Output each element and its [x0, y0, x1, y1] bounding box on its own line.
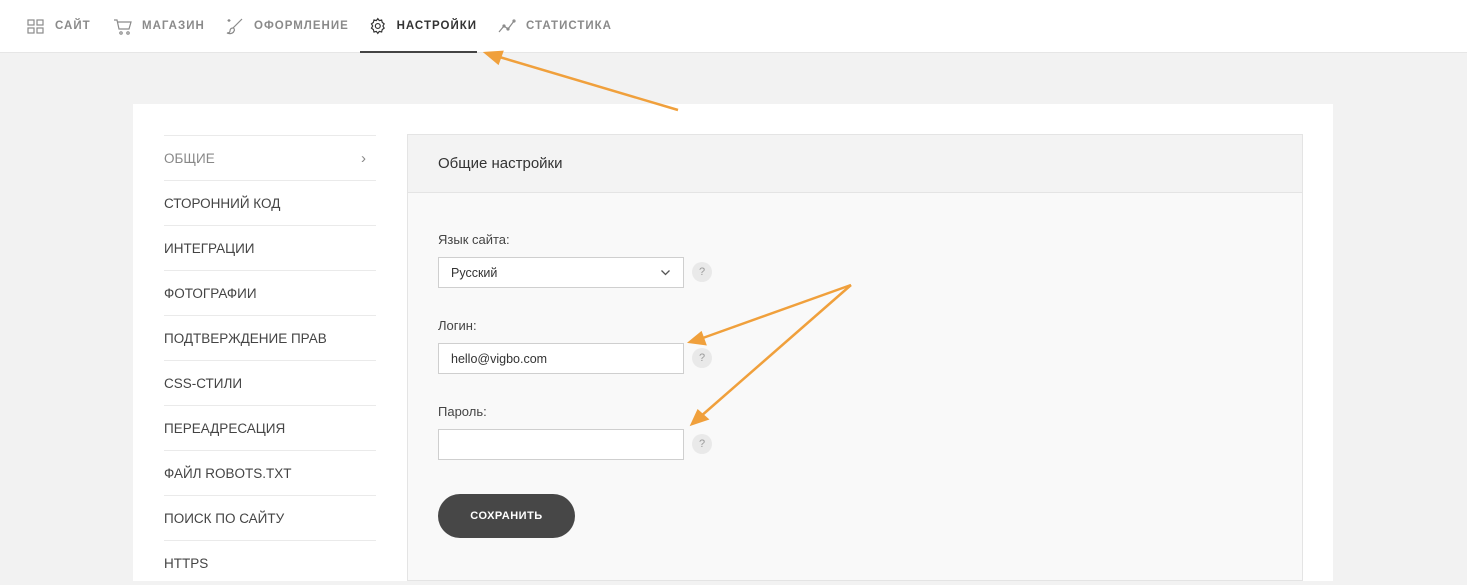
brush-icon [226, 18, 243, 35]
nav-tab-label: ОФОРМЛЕНИЕ [254, 20, 349, 32]
grid-icon [27, 19, 44, 34]
sidebar-item-general[interactable]: ОБЩИЕ › [164, 135, 376, 180]
sidebar-item-label: ПОДТВЕРЖДЕНИЕ ПРАВ [164, 330, 327, 346]
nav-tab-label: МАГАЗИН [142, 20, 205, 32]
sidebar-item-label: ПЕРЕАДРЕСАЦИЯ [164, 420, 286, 436]
annotation-arrow-line [495, 54, 679, 112]
sidebar-item-photos[interactable]: ФОТОГРАФИИ [164, 270, 376, 315]
language-label: Язык сайта: [438, 232, 510, 247]
sidebar-item-integrations[interactable]: ИНТЕГРАЦИИ [164, 225, 376, 270]
sidebar-item-label: ФАЙЛ ROBOTS.TXT [164, 465, 292, 481]
chevron-right-icon: › [361, 149, 366, 167]
sidebar-item-label: ИНТЕГРАЦИИ [164, 240, 255, 256]
gear-icon [370, 17, 385, 35]
nav-tab-design[interactable]: ОФОРМЛЕНИЕ [225, 0, 349, 52]
cart-icon [114, 19, 132, 35]
nav-tab-label: НАСТРОЙКИ [396, 20, 477, 32]
panel-title: Общие настройки [408, 135, 1302, 193]
annotation-arrowhead [482, 50, 504, 66]
settings-card: ОБЩИЕ › СТОРОННИЙ КОД ИНТЕГРАЦИИ ФОТОГРА… [133, 104, 1333, 581]
sidebar-item-https[interactable]: HTTPS [164, 540, 376, 585]
nav-tab-shop[interactable]: МАГАЗИН [113, 0, 205, 52]
password-label: Пароль: [438, 404, 487, 419]
chart-icon [498, 19, 516, 33]
sidebar-item-redirects[interactable]: ПЕРЕАДРЕСАЦИЯ [164, 405, 376, 450]
login-input[interactable] [438, 343, 684, 374]
sidebar-item-label: CSS-СТИЛИ [164, 375, 243, 391]
nav-tab-settings[interactable]: НАСТРОЙКИ [360, 0, 477, 53]
settings-sidebar: ОБЩИЕ › СТОРОННИЙ КОД ИНТЕГРАЦИИ ФОТОГРА… [164, 135, 376, 585]
sidebar-item-robots-txt[interactable]: ФАЙЛ ROBOTS.TXT [164, 450, 376, 495]
sidebar-item-label: СТОРОННИЙ КОД [164, 195, 281, 211]
nav-tab-label: САЙТ [55, 20, 91, 32]
password-input[interactable] [438, 429, 684, 460]
sidebar-item-label: HTTPS [164, 555, 209, 571]
nav-tab-label: СТАТИСТИКА [526, 20, 612, 32]
help-icon[interactable]: ? [692, 434, 712, 454]
sidebar-item-label: ФОТОГРАФИИ [164, 285, 257, 301]
sidebar-item-css-styles[interactable]: CSS-СТИЛИ [164, 360, 376, 405]
nav-tab-statistics[interactable]: СТАТИСТИКА [497, 0, 612, 52]
top-navigation: САЙТ МАГАЗИН ОФОРМЛЕНИЕ НАСТРОЙКИ СТАТИС… [0, 0, 1467, 53]
sidebar-item-label: ОБЩИЕ [164, 150, 215, 166]
sidebar-item-label: ПОИСК ПО САЙТУ [164, 510, 285, 526]
general-settings-panel: Общие настройки Язык сайта: Русский ? Ло… [407, 134, 1303, 581]
language-select[interactable]: Русский [438, 257, 684, 288]
nav-tab-site[interactable]: САЙТ [26, 0, 91, 52]
sidebar-item-rights-confirmation[interactable]: ПОДТВЕРЖДЕНИЕ ПРАВ [164, 315, 376, 360]
help-icon[interactable]: ? [692, 348, 712, 368]
login-label: Логин: [438, 318, 477, 333]
language-select-value: Русский [451, 265, 498, 280]
help-icon[interactable]: ? [692, 262, 712, 282]
save-button[interactable]: СОХРАНИТЬ [438, 494, 575, 538]
sidebar-item-third-party-code[interactable]: СТОРОННИЙ КОД [164, 180, 376, 225]
chevron-down-icon [661, 270, 670, 276]
sidebar-item-site-search[interactable]: ПОИСК ПО САЙТУ [164, 495, 376, 540]
